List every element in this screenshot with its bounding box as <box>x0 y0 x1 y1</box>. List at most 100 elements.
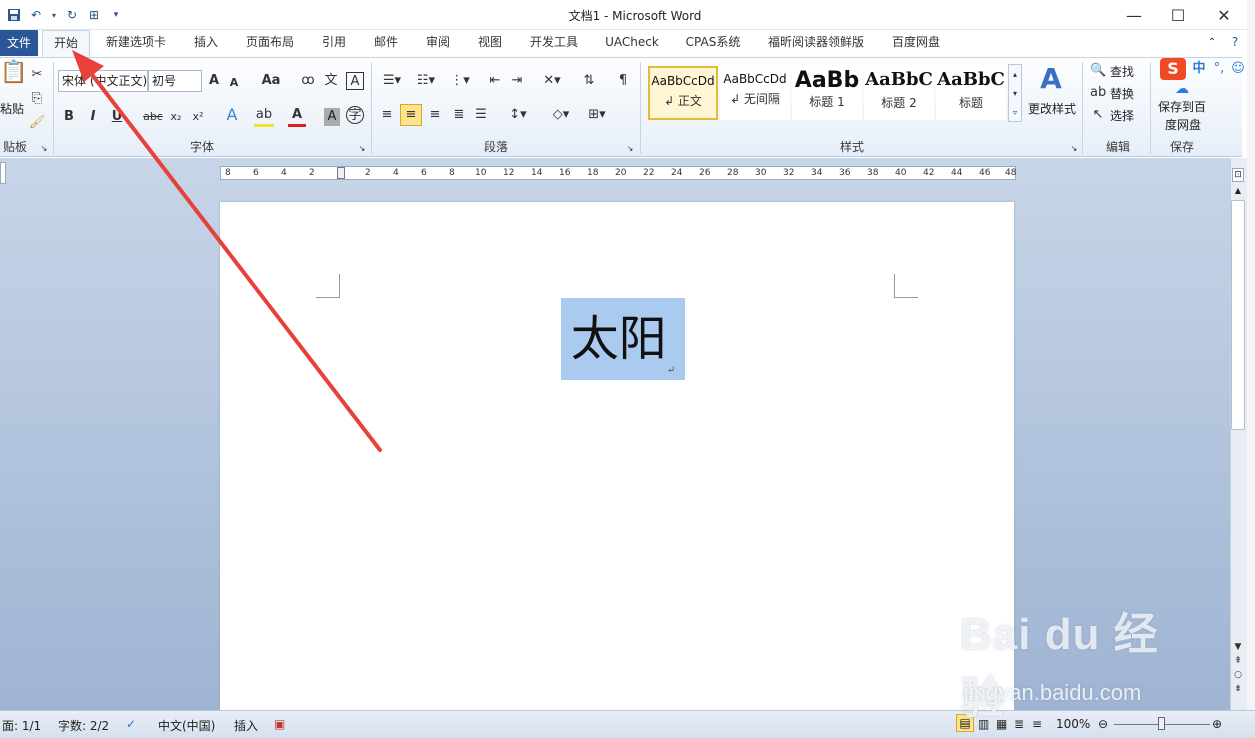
borders-icon[interactable]: ⊞▾ <box>582 106 612 124</box>
language[interactable]: 中文(中国) <box>158 717 215 734</box>
style-title[interactable]: AaBbC 标题 <box>936 66 1006 120</box>
numbering-icon[interactable]: ☷▾ <box>412 72 440 90</box>
cut-icon[interactable]: ✂ <box>28 66 46 84</box>
shrink-font-icon[interactable]: A <box>226 74 242 92</box>
undo-icon[interactable]: ↶ <box>28 7 44 23</box>
change-styles-button[interactable]: 更改样式 <box>1028 100 1076 117</box>
styles-launcher-icon[interactable]: ↘ <box>1068 140 1080 158</box>
view-ruler-icon[interactable]: ⊡ <box>1232 168 1244 182</box>
browse-object-icons[interactable]: ▼ ⇞ ○ ⇟ <box>1232 640 1244 700</box>
ime-punct-icon[interactable]: °, <box>1212 60 1226 78</box>
zoom-in-icon[interactable]: ⊕ <box>1212 717 1222 731</box>
tab-file[interactable]: 文件 <box>0 30 38 56</box>
format-painter-icon[interactable]: 🖌 <box>28 114 46 132</box>
proofing-icon[interactable]: ✓ <box>126 717 136 731</box>
ime-mode-indicator[interactable]: 中 <box>1190 60 1208 78</box>
align-right-icon[interactable]: ≡ <box>426 106 444 124</box>
tab-cpas[interactable]: CPAS系统 <box>678 30 748 57</box>
line-spacing-icon[interactable]: ↕▾ <box>504 106 532 124</box>
tab-developer[interactable]: 开发工具 <box>522 30 586 57</box>
font-size-combo[interactable]: 初号 <box>148 70 202 92</box>
tab-page-layout[interactable]: 页面布局 <box>236 30 304 57</box>
increase-indent-icon[interactable]: ⇥ <box>508 72 526 90</box>
tab-insert[interactable]: 插入 <box>186 30 226 57</box>
italic-icon[interactable]: I <box>86 108 100 126</box>
select-button[interactable]: 选择 <box>1110 107 1134 124</box>
grow-font-icon[interactable]: A <box>206 72 222 90</box>
distributed-icon[interactable]: ☰ <box>472 106 490 124</box>
tab-baidu-pan[interactable]: 百度网盘 <box>884 30 948 57</box>
help-icon[interactable]: ? <box>1226 30 1244 57</box>
minimize-button[interactable]: — <box>1111 0 1157 30</box>
multilevel-list-icon[interactable]: ⋮▾ <box>446 72 474 90</box>
find-button[interactable]: 查找 <box>1110 63 1134 80</box>
tab-view[interactable]: 视图 <box>470 30 510 57</box>
undo-dropdown-icon[interactable]: ▾ <box>50 7 58 23</box>
cloud-icon[interactable]: ☁ <box>1170 80 1194 98</box>
collapse-ribbon-icon[interactable]: ⌃ <box>1204 30 1220 57</box>
char-border-icon[interactable]: A <box>346 72 364 90</box>
style-normal[interactable]: AaBbCcDd ↲ 正文 <box>648 66 718 120</box>
style-heading-1[interactable]: AaBb 标题 1 <box>792 66 862 120</box>
scrollbar-thumb[interactable] <box>1231 200 1245 430</box>
tab-references[interactable]: 引用 <box>314 30 354 57</box>
tab-home[interactable]: 开始 <box>42 30 90 57</box>
superscript-icon[interactable]: x² <box>190 108 206 126</box>
enclose-char-icon[interactable]: 字 <box>346 106 364 124</box>
find-icon[interactable]: 🔍 <box>1090 62 1106 80</box>
macro-record-icon[interactable]: ▣ <box>274 717 285 731</box>
decrease-indent-icon[interactable]: ⇤ <box>486 72 504 90</box>
paragraph-launcher-icon[interactable]: ↘ <box>624 140 636 158</box>
tab-new-tab[interactable]: 新建选项卡 <box>98 30 174 57</box>
tab-review[interactable]: 审阅 <box>418 30 458 57</box>
show-marks-icon[interactable]: ¶ <box>614 72 632 90</box>
subscript-icon[interactable]: x₂ <box>168 108 184 126</box>
bullets-icon[interactable]: ☰▾ <box>378 72 406 90</box>
word-count[interactable]: 字数: 2/2 <box>58 717 109 734</box>
save-to-baidu-button[interactable]: 保存到百 <box>1158 98 1206 115</box>
justify-icon[interactable]: ≣ <box>450 106 468 124</box>
text-effects-icon[interactable]: A <box>222 106 242 124</box>
tab-mailings[interactable]: 邮件 <box>366 30 406 57</box>
change-case-icon[interactable]: Aa <box>258 72 284 90</box>
align-center-icon[interactable]: ≡ <box>400 104 422 126</box>
font-name-combo[interactable]: 宋体 (中文正文) <box>58 70 148 92</box>
paste-icon[interactable]: 📋 <box>0 62 27 94</box>
close-button[interactable]: ✕ <box>1201 0 1247 30</box>
font-color-icon[interactable]: A <box>288 106 306 127</box>
char-shading-icon[interactable]: A <box>324 108 340 126</box>
replace-button[interactable]: 替换 <box>1110 85 1134 102</box>
document-page[interactable] <box>220 202 1014 722</box>
font-launcher-icon[interactable]: ↘ <box>356 140 368 158</box>
copy-icon[interactable]: ⎘ <box>28 90 46 108</box>
insert-mode[interactable]: 插入 <box>234 717 258 734</box>
ruler-toggle[interactable] <box>0 162 6 184</box>
tab-foxit[interactable]: 福昕阅读器领鲜版 <box>760 30 872 57</box>
align-left-icon[interactable]: ≡ <box>378 106 396 124</box>
strikethrough-icon[interactable]: abc <box>142 108 164 126</box>
tab-uacheck[interactable]: UACheck <box>598 30 666 57</box>
styles-scroll-icon[interactable]: ▴ ▾ ▿ <box>1008 64 1022 122</box>
underline-icon[interactable]: U <box>110 108 124 126</box>
org-chart-icon[interactable]: ⊞ <box>86 7 102 23</box>
select-icon[interactable]: ↖ <box>1090 106 1106 124</box>
bold-icon[interactable]: B <box>62 108 76 126</box>
replace-icon[interactable]: ab <box>1090 84 1106 102</box>
style-no-spacing[interactable]: AaBbCcDd ↲ 无间隔 <box>720 66 790 120</box>
chinese-layout-icon[interactable]: ✕▾ <box>538 72 566 90</box>
sort-icon[interactable]: ⇅ <box>580 72 598 90</box>
change-styles-icon[interactable]: A <box>1034 62 1068 96</box>
selected-text[interactable]: 太阳↵ <box>561 298 685 380</box>
save-icon[interactable] <box>6 7 22 23</box>
page-count[interactable]: 面: 1/1 <box>2 717 41 734</box>
clear-format-icon[interactable]: ꝏ <box>300 72 316 90</box>
ime-emoji-icon[interactable]: ☺ <box>1230 60 1246 78</box>
sogou-ime-logo[interactable]: S <box>1160 58 1186 80</box>
indent-marker[interactable] <box>337 167 345 179</box>
shading-icon[interactable]: ◇▾ <box>546 106 576 124</box>
scroll-up-icon[interactable]: ▲ <box>1232 186 1244 198</box>
highlight-icon[interactable]: ab <box>254 106 274 127</box>
phonetic-guide-icon[interactable]: 文 <box>322 72 340 90</box>
maximize-button[interactable]: ☐ <box>1155 0 1201 30</box>
style-heading-2[interactable]: AaBbC 标题 2 <box>864 66 934 120</box>
